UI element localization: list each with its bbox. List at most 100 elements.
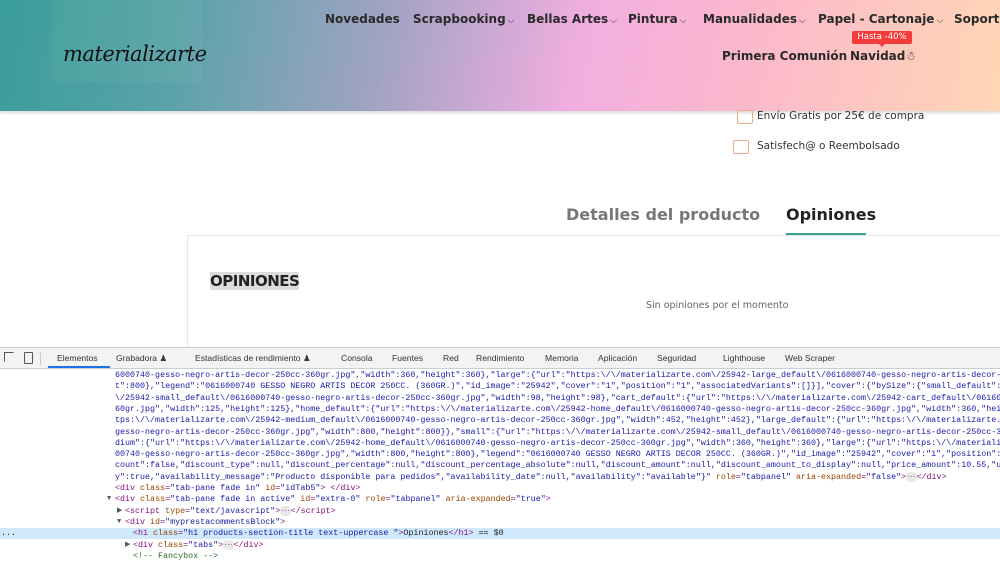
dom-node-line[interactable]: <!-- Fancybox --> xyxy=(0,551,1000,562)
dom-node-line[interactable]: dium":{"url":"https:\/\/materializarte.c… xyxy=(0,438,1000,449)
logo-container xyxy=(52,0,202,82)
expand-triangle-icon[interactable]: ▼ xyxy=(117,517,121,528)
dom-node-line[interactable]: ▼ <div class="tab-pane fade in active" id… xyxy=(0,494,1000,505)
dom-node-line[interactable]: \/25942-small_default\/0616000740-gesso-… xyxy=(0,393,1000,404)
chevron-down-icon: ⌵ xyxy=(610,16,617,26)
code-token: <div xyxy=(125,516,151,527)
code-token: > xyxy=(545,494,551,505)
dom-node-line[interactable]: t":800},"legend":"0616000740 GESSO NEGRO… xyxy=(0,381,1000,392)
code-token: "h1 products-section-title text-uppercas… xyxy=(183,528,399,539)
collapse-triangle-icon[interactable]: ▶ xyxy=(117,506,122,517)
devtools-tab-10[interactable]: Lighthouse xyxy=(723,353,765,363)
dom-node-line[interactable]: gesso-negro-artis-decor-250cc-360gr.jpg"… xyxy=(0,427,1000,438)
code-token: "tabs" xyxy=(188,539,219,550)
code-text: tps:\/\/materializarte.com\/25942-medium… xyxy=(115,415,1000,426)
devtools-tab-1[interactable]: Grabadora ♟ xyxy=(116,353,167,364)
collapse-triangle-icon[interactable]: ▶ xyxy=(125,540,130,551)
devtools-tab-4[interactable]: Fuentes xyxy=(392,353,423,363)
devtools-tab-bar: Elementos Grabadora ♟ Estadísticas de rend… xyxy=(0,348,1000,369)
ellipsis-toggle[interactable]: ⋯ xyxy=(906,471,917,482)
code-token: aria-expanded xyxy=(790,471,862,482)
code-text: y":true,"availability_message":"Producto… xyxy=(115,471,947,483)
reviews-title: OPINIONES xyxy=(210,272,300,290)
code-token: </h1> xyxy=(448,528,474,539)
dom-node-line[interactable]: 00740-gesso-negro-artis-decor-250cc-360g… xyxy=(0,449,1000,460)
dom-node-line[interactable]: 60gr.jpg","width":125,"height":125},"hom… xyxy=(0,404,1000,415)
devtools-tab-5[interactable]: Red xyxy=(443,353,459,363)
inspect-element-icon[interactable] xyxy=(4,352,14,362)
devtools-tab-9[interactable]: Seguridad xyxy=(657,353,696,363)
dom-node-line[interactable]: <div class="tab-pane fade in" id="idTab5… xyxy=(0,483,1000,494)
devtools-tab-7[interactable]: Memoria xyxy=(545,353,578,363)
dom-node-line[interactable]: ▶ <script type="text/javascript">⋯</scrip… xyxy=(0,505,1000,517)
dom-node-line[interactable]: ▼ <div id="myprestacommentsBlock"> xyxy=(0,517,1000,528)
code-token: t":800},"legend":"0616000740 GESSO NEGRO… xyxy=(115,381,1000,392)
code-text: \/25942-small_default\/0616000740-gesso-… xyxy=(115,393,1000,404)
code-text: 6000740-gesso-negro-artis-decor-250cc-36… xyxy=(115,370,1000,381)
code-token: role xyxy=(360,494,386,505)
dom-node-line[interactable]: tps:\/\/materializarte.com\/25942-medium… xyxy=(0,415,1000,426)
ellipsis-toggle[interactable]: ⋯ xyxy=(280,505,291,516)
expand-triangle-icon[interactable]: ▼ xyxy=(107,494,111,505)
dom-node-line[interactable]: 6000740-gesso-negro-artis-decor-250cc-36… xyxy=(0,370,1000,381)
nav-manualidades[interactable]: Manualidades ⌵ xyxy=(703,12,806,26)
devtools-tab-8[interactable]: Aplicación xyxy=(598,353,637,363)
code-token: id xyxy=(260,483,276,493)
code-token: 60gr.jpg","width":125,"height":125},"hom… xyxy=(115,403,1000,414)
code-token: 6000740-gesso-negro-artis-decor-250cc-36… xyxy=(115,370,1000,380)
device-toolbar-icon[interactable] xyxy=(24,352,33,364)
code-token: gesso-negro-artis-decor-250cc-360gr.jpg"… xyxy=(115,426,1000,437)
dom-node-line[interactable]: ... <h1 class="h1 products-section-title … xyxy=(0,528,1000,540)
code-token: tps:\/\/materializarte.com\/25942-medium… xyxy=(115,415,1000,426)
nav-novedades[interactable]: Novedades xyxy=(325,12,400,26)
code-token: dium":{"url":"https:\/\/materializarte.c… xyxy=(115,437,1000,448)
devtools-tab-11[interactable]: Web Scraper xyxy=(785,353,835,363)
dom-node-line[interactable]: y":true,"availability_message":"Producto… xyxy=(0,471,1000,483)
nav-label: Scrapbooking xyxy=(413,12,506,26)
nav-soportes[interactable]: Soportes xyxy=(954,12,1000,26)
code-token: "tab-pane fade in" xyxy=(170,483,261,493)
code-text: <div class="tab-pane fade in" id="idTab5… xyxy=(115,483,360,494)
code-token: role xyxy=(710,471,736,482)
no-reviews-message: Sin opiniones por el momento xyxy=(646,300,789,311)
devtools-tab-3[interactable]: Consola xyxy=(341,353,373,363)
nav-label: Manualidades xyxy=(703,12,798,26)
logo[interactable]: materializarte xyxy=(63,42,207,66)
code-token: count":false,"discount_type":null,"disco… xyxy=(115,460,1000,471)
code-token: "idTab5" xyxy=(280,483,321,493)
nav-bellas-artes[interactable]: Bellas Artes ⌵ xyxy=(527,12,617,26)
code-token: <div xyxy=(115,483,141,493)
code-text: 00740-gesso-negro-artis-decor-250cc-360g… xyxy=(115,449,1000,460)
nav-primera-comunion[interactable]: Primera Comunión xyxy=(722,49,847,63)
satisfaction-text: Satisfech@ o Reembolsado xyxy=(757,140,900,152)
code-token: </script> xyxy=(290,505,336,516)
reviews-panel xyxy=(187,235,1000,355)
chevron-down-icon: ⌵ xyxy=(936,16,944,26)
nav-scrapbooking[interactable]: Scrapbooking ⌵ xyxy=(413,12,515,26)
tab-details[interactable]: Detalles del producto xyxy=(566,205,760,224)
code-token: aria-expanded xyxy=(440,494,511,505)
code-text: dium":{"url":"https:\/\/materializarte.c… xyxy=(115,438,1000,449)
devtools-tab-0[interactable]: Elementos xyxy=(57,353,98,363)
devtools-tab-6[interactable]: Rendimiento xyxy=(476,353,524,363)
elements-tree[interactable]: 6000740-gesso-negro-artis-decor-250cc-36… xyxy=(0,369,1000,567)
dom-node-line[interactable]: ▶ <div class="tabs">⋯</div> xyxy=(0,539,1000,551)
active-tab-underline xyxy=(48,366,110,368)
nav-navidad[interactable]: Navidad☃ xyxy=(850,49,916,63)
devtools-tab-2[interactable]: Estadísticas de rendimiento ♟ xyxy=(195,353,311,364)
code-token: <script xyxy=(125,505,166,516)
nav-pintura[interactable]: Pintura ⌵ xyxy=(628,12,687,26)
selected-node-marker: ... xyxy=(1,528,17,539)
nav-papel-cartonaje[interactable]: Papel - Cartonaje ⌵ xyxy=(818,12,943,26)
code-text: <script type="text/javascript">⋯</script… xyxy=(125,505,336,517)
delivery-truck-icon xyxy=(737,110,753,124)
code-token: <h1 xyxy=(133,528,154,539)
hand-box-icon xyxy=(733,140,749,154)
code-token: </div> xyxy=(916,471,947,482)
code-token: "myprestacommentsBlock" xyxy=(165,516,281,527)
dom-node-line[interactable]: count":false,"discount_type":null,"disco… xyxy=(0,460,1000,471)
chevron-down-icon: ⌵ xyxy=(679,16,687,26)
ellipsis-toggle[interactable]: ⋯ xyxy=(223,539,234,550)
tab-reviews[interactable]: Opiniones xyxy=(786,205,876,224)
nav-label: Pintura xyxy=(628,12,678,26)
